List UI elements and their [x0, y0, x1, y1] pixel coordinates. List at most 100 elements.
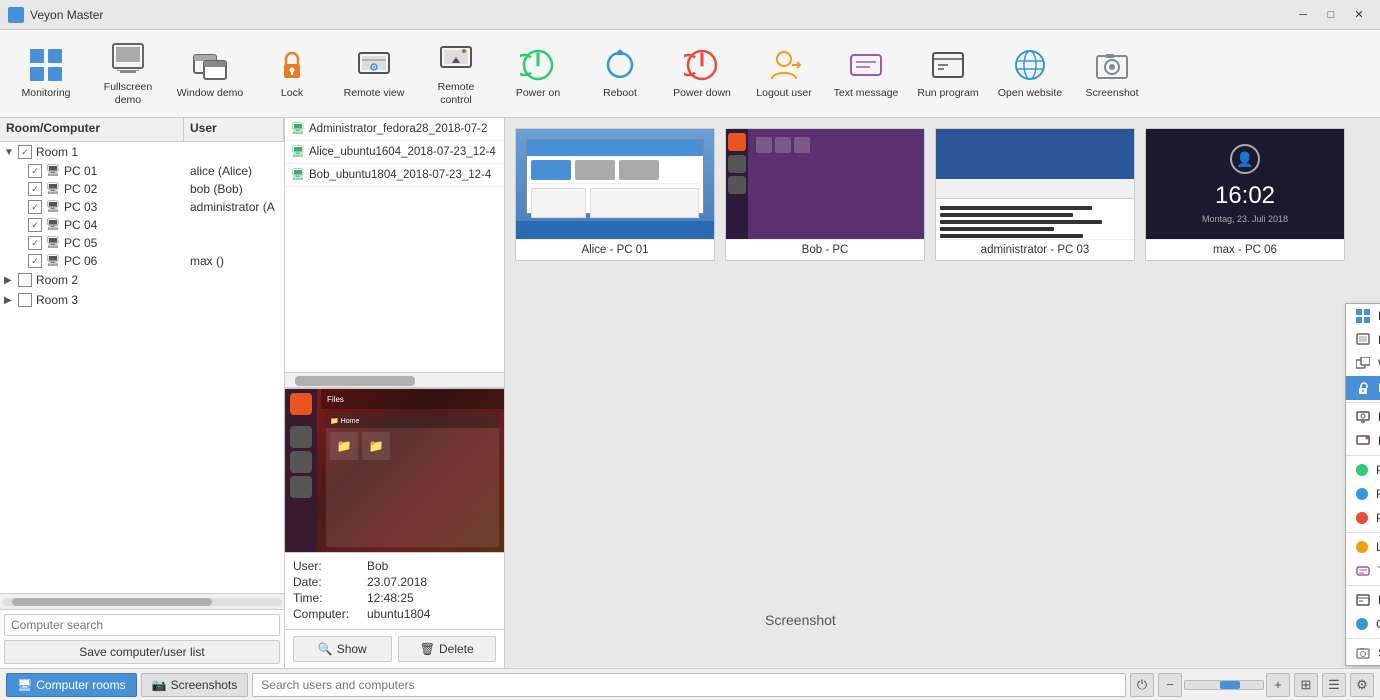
ctx-open-website[interactable]: Open website — [1346, 612, 1380, 636]
computer-value: ubuntu1804 — [367, 607, 430, 621]
lock-button[interactable]: Lock — [252, 35, 332, 113]
room-3-header[interactable]: ▶ Room 3 — [0, 290, 284, 310]
toolbar: Monitoring Fullscreen demo Window demo — [0, 30, 1380, 118]
reboot-icon — [602, 47, 638, 83]
pc-02-name: PC 02 — [64, 182, 186, 196]
pc-03-checkbox[interactable]: ✓ — [28, 200, 42, 214]
zoom-in-button[interactable]: + — [1266, 673, 1290, 697]
ctx-lock[interactable]: Lock — [1346, 376, 1380, 400]
room-1-label: Room 1 — [36, 145, 78, 159]
session-name-2: Bob_ubuntu1804_2018-07-23_12-4 — [309, 169, 491, 181]
room-1-chevron: ▼ — [4, 147, 16, 158]
text-message-label: Text message — [834, 87, 899, 100]
pc-06-row[interactable]: ✓ 🖥 PC 06 max () — [0, 252, 284, 270]
settings-button[interactable]: ⚙ — [1350, 673, 1374, 697]
sidebar-horizontal-scrollbar[interactable] — [0, 593, 284, 609]
max-user-icon: 👤 — [1230, 144, 1260, 174]
ctx-monitoring[interactable]: Monitoring — [1346, 304, 1380, 328]
zoom-thumb[interactable] — [1220, 681, 1240, 689]
ctx-power-down-label: Power down — [1376, 511, 1380, 525]
room-3-chevron: ▶ — [4, 295, 16, 306]
zoom-track[interactable] — [1184, 680, 1264, 690]
ctx-window-demo[interactable]: Window demo — [1346, 352, 1380, 376]
list-view-button[interactable]: ☰ — [1322, 673, 1346, 697]
bob-ubuntu-sidebar — [726, 129, 748, 239]
pc-01-row[interactable]: ✓ 🖥 PC 01 alice (Alice) — [0, 162, 284, 180]
ctx-power-down[interactable]: Power down — [1346, 506, 1380, 530]
session-item-2[interactable]: 🖥 Bob_ubuntu1804_2018-07-23_12-4 — [285, 164, 504, 187]
delete-label: Delete — [439, 642, 474, 656]
user-search-input[interactable] — [252, 673, 1126, 697]
sidebar-scrollbar-track[interactable] — [2, 598, 282, 606]
thumbnail-alice-pc01[interactable]: Alice - PC 01 — [515, 128, 715, 261]
room-2: ▶ Room 2 — [0, 270, 284, 290]
ctx-remote-view[interactable]: Remote view — [1346, 405, 1380, 429]
sessions-list: 🖥 Administrator_fedora28_2018-07-2 🖥 Ali… — [285, 118, 504, 372]
room-3-checkbox[interactable] — [18, 293, 32, 307]
admin-word-content — [936, 199, 1134, 239]
ctx-reboot[interactable]: Reboot — [1346, 482, 1380, 506]
ctx-remote-control[interactable]: Remote control — [1346, 429, 1380, 453]
room-2-checkbox[interactable] — [18, 273, 32, 287]
open-website-label: Open website — [998, 87, 1062, 100]
zoom-out-button[interactable]: − — [1158, 673, 1182, 697]
power-on-button[interactable]: Power on — [498, 35, 578, 113]
max-date: Montag, 23. Juli 2018 — [1202, 214, 1288, 224]
minimize-button[interactable]: ─ — [1290, 5, 1316, 25]
ctx-run-program[interactable]: Run program — [1346, 588, 1380, 612]
pc-01-checkbox[interactable]: ✓ — [28, 164, 42, 178]
pc-04-checkbox[interactable]: ✓ — [28, 218, 42, 232]
ctx-screenshot[interactable]: Screenshot — [1346, 641, 1380, 665]
ctx-fullscreen-demo[interactable]: Fullscreen demo — [1346, 328, 1380, 352]
room-1-checkbox[interactable]: ✓ — [18, 145, 32, 159]
sidebar-scrollbar-thumb[interactable] — [12, 598, 212, 606]
power-icon-button[interactable]: ⏻ — [1130, 673, 1154, 697]
sessions-scroll-thumb[interactable] — [295, 376, 415, 386]
pc-02-checkbox[interactable]: ✓ — [28, 182, 42, 196]
ctx-remote-view-icon — [1356, 410, 1370, 424]
open-website-button[interactable]: Open website — [990, 35, 1070, 113]
maximize-button[interactable]: □ — [1318, 5, 1344, 25]
monitoring-button[interactable]: Monitoring — [6, 35, 86, 113]
delete-button[interactable]: 🗑 Delete — [398, 636, 497, 662]
window-demo-button[interactable]: Window demo — [170, 35, 250, 113]
room-1-header[interactable]: ▼ ✓ Room 1 — [0, 142, 284, 162]
thumbnail-max-pc06[interactable]: 👤 16:02 Montag, 23. Juli 2018 max - PC 0… — [1145, 128, 1345, 261]
pc-02-row[interactable]: ✓ 🖥 PC 02 bob (Bob) — [0, 180, 284, 198]
thumbnail-bob-pc02[interactable]: Bob - PC — [725, 128, 925, 261]
pc-05-row[interactable]: ✓ 🖥 PC 05 — [0, 234, 284, 252]
pc-04-row[interactable]: ✓ 🖥 PC 04 — [0, 216, 284, 234]
room-2-header[interactable]: ▶ Room 2 — [0, 270, 284, 290]
admin-screen — [936, 129, 1134, 239]
remote-control-button[interactable]: Remote control — [416, 35, 496, 113]
save-computer-user-list-button[interactable]: Save computer/user list — [4, 640, 280, 664]
text-message-button[interactable]: Text message — [826, 35, 906, 113]
thumbnail-admin-pc03[interactable]: administrator - PC 03 — [935, 128, 1135, 261]
grid-view-button[interactable]: ⊞ — [1294, 673, 1318, 697]
computer-search-input[interactable] — [4, 614, 280, 636]
power-down-button[interactable]: Power down — [662, 35, 742, 113]
remote-view-label: Remote view — [344, 87, 405, 100]
reboot-button[interactable]: Reboot — [580, 35, 660, 113]
remote-view-button[interactable]: Remote view — [334, 35, 414, 113]
ctx-separator-1 — [1346, 402, 1380, 403]
screenshot-button[interactable]: Screenshot — [1072, 35, 1152, 113]
pc-06-checkbox[interactable]: ✓ — [28, 254, 42, 268]
sessions-scrollbar[interactable] — [285, 372, 504, 388]
session-item-1[interactable]: 🖥 Alice_ubuntu1604_2018-07-23_12-4 — [285, 141, 504, 164]
session-item-0[interactable]: 🖥 Administrator_fedora28_2018-07-2 — [285, 118, 504, 141]
close-button[interactable]: ✕ — [1346, 5, 1372, 25]
ctx-logout-user[interactable]: Logout user — [1346, 535, 1380, 559]
pc-05-checkbox[interactable]: ✓ — [28, 236, 42, 250]
show-button[interactable]: 🔍 Show — [293, 636, 392, 662]
ctx-screenshot-icon — [1356, 646, 1370, 660]
ctx-power-on[interactable]: Power on — [1346, 458, 1380, 482]
computer-rooms-button[interactable]: 🖥 Computer rooms — [6, 673, 137, 697]
pc-03-row[interactable]: ✓ 🖥 PC 03 administrator (A — [0, 198, 284, 216]
logout-user-button[interactable]: Logout user — [744, 35, 824, 113]
screenshots-button[interactable]: 📷 Screenshots — [141, 673, 249, 697]
fullscreen-demo-button[interactable]: Fullscreen demo — [88, 35, 168, 113]
pc-02-user: bob (Bob) — [190, 182, 280, 196]
run-program-button[interactable]: Run program — [908, 35, 988, 113]
ctx-text-message[interactable]: Text message — [1346, 559, 1380, 583]
